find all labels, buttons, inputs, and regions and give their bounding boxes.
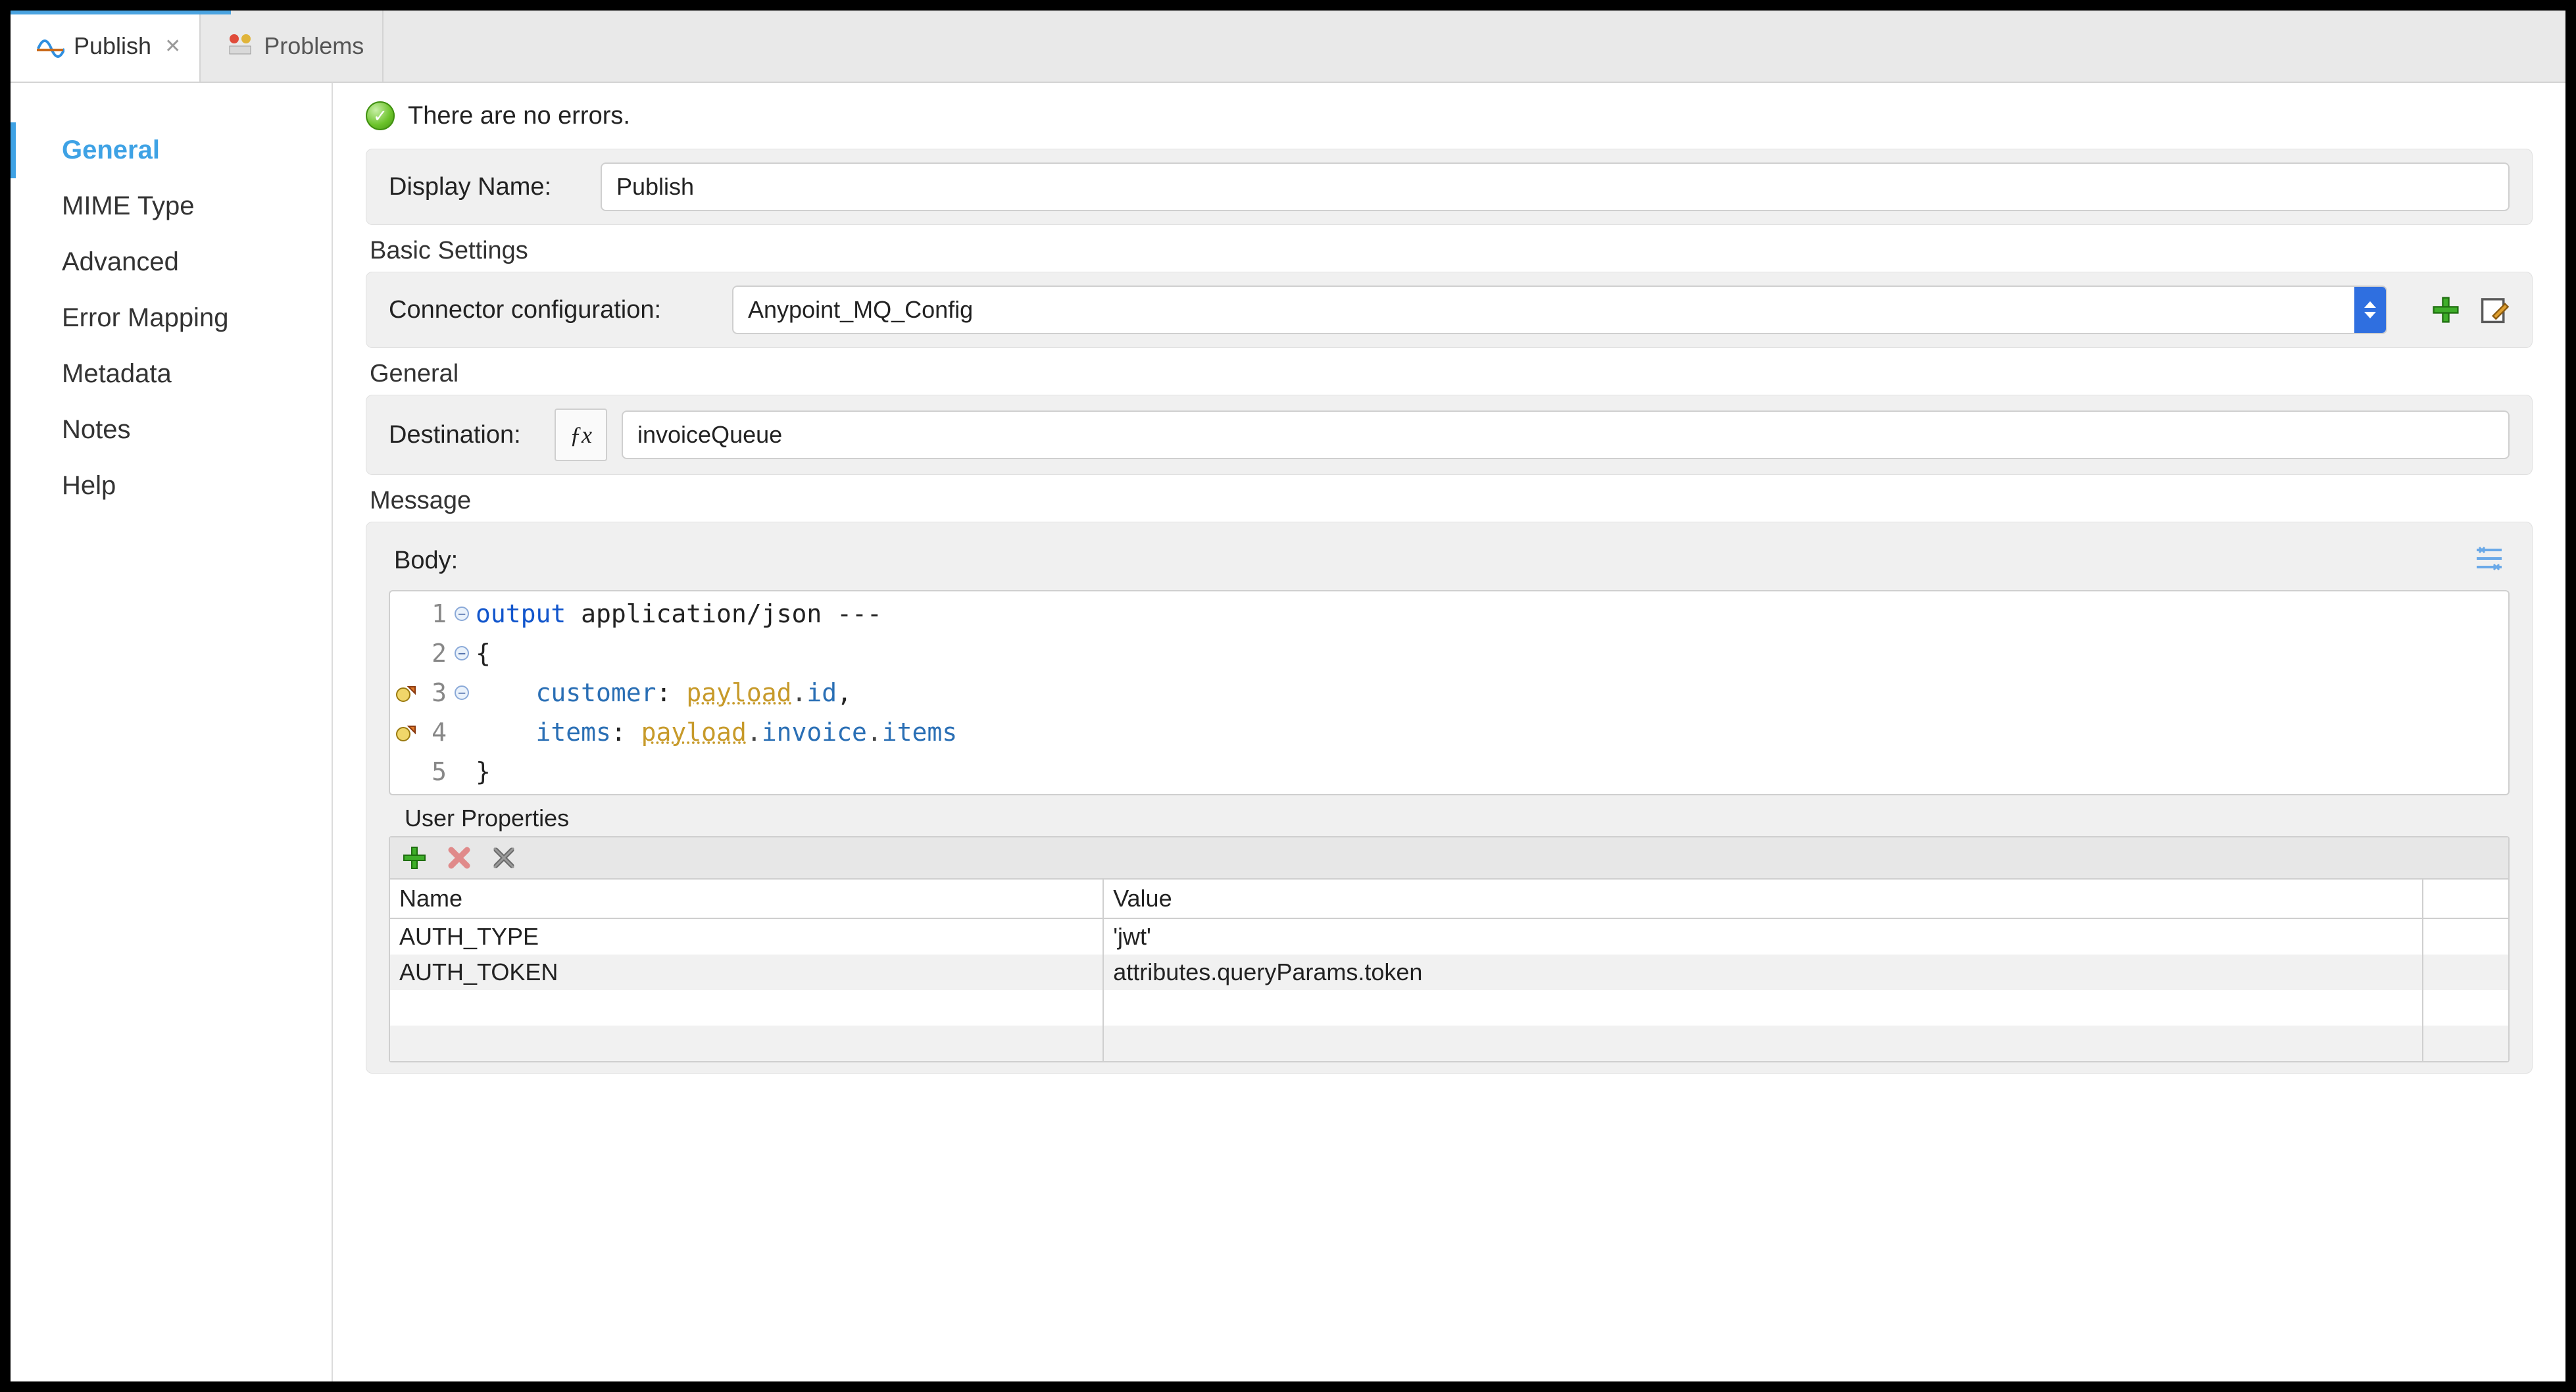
clear-properties-button[interactable] (489, 843, 519, 873)
problems-icon (226, 29, 255, 64)
body: General MIME Type Advanced Error Mapping… (11, 83, 2565, 1381)
main-panel: ✓ There are no errors. Display Name: Bas… (333, 83, 2565, 1381)
close-icon[interactable]: ✕ (161, 35, 181, 58)
fx-toggle-button[interactable]: ƒx (555, 409, 607, 461)
basic-settings-title: Basic Settings (370, 237, 2533, 265)
prop-name-cell[interactable]: AUTH_TYPE (390, 918, 1103, 955)
add-property-button[interactable] (399, 843, 430, 873)
table-row[interactable]: AUTH_TYPE 'jwt' (390, 918, 2508, 955)
tab-publish[interactable]: Publish ✕ (11, 11, 201, 82)
warning-gutter-icon (390, 721, 423, 743)
tab-publish-label: Publish (74, 32, 151, 60)
sidebar: General MIME Type Advanced Error Mapping… (11, 83, 333, 1381)
fold-icon[interactable]: − (455, 607, 469, 621)
basic-settings-group: Connector configuration: Anypoint_MQ_Con… (366, 272, 2533, 348)
edit-config-button[interactable] (2479, 295, 2510, 325)
destination-label: Destination: (389, 421, 540, 449)
code-line: 2 − { (390, 634, 2508, 673)
connector-config-label: Connector configuration: (389, 296, 718, 324)
dropdown-handle-icon[interactable] (2354, 287, 2386, 333)
prop-value-cell[interactable]: attributes.queryParams.token (1103, 955, 2423, 990)
body-code-editor[interactable]: 1 − output application/json --- 2 − { (389, 590, 2510, 795)
tab-problems[interactable]: Problems (201, 11, 384, 82)
fold-icon[interactable]: − (455, 646, 469, 660)
sidebar-item-notes[interactable]: Notes (11, 402, 332, 458)
code-line: 1 − output application/json --- (390, 594, 2508, 634)
code-line: 3 − customer: payload.id, (390, 673, 2508, 712)
message-section-title: Message (370, 487, 2533, 515)
line-number: 5 (423, 752, 452, 791)
sidebar-item-error-mapping[interactable]: Error Mapping (11, 290, 332, 346)
col-spacer (2423, 880, 2508, 918)
user-properties-box: Name Value AUTH_TYPE 'jwt' (389, 836, 2510, 1062)
code-line: 5 } (390, 752, 2508, 791)
tab-problems-label: Problems (264, 32, 364, 60)
col-name-header[interactable]: Name (390, 880, 1103, 918)
connector-config-dropdown[interactable]: Anypoint_MQ_Config (732, 286, 2387, 334)
dataweave-expand-icon[interactable] (2474, 543, 2504, 578)
app-frame: Publish ✕ Problems General MIME Type Adv… (0, 0, 2576, 1392)
warning-gutter-icon (390, 682, 423, 704)
ok-check-icon: ✓ (366, 101, 395, 130)
table-row[interactable] (390, 990, 2508, 1026)
status-row: ✓ There are no errors. (366, 97, 2533, 149)
line-number: 2 (423, 634, 452, 673)
user-properties-title: User Properties (389, 795, 2510, 836)
tab-strip: Publish ✕ Problems (11, 11, 2565, 83)
line-number: 3 (423, 673, 452, 712)
table-row[interactable] (390, 1026, 2508, 1061)
sidebar-item-general[interactable]: General (11, 122, 332, 178)
display-name-input[interactable] (601, 162, 2510, 211)
sidebar-item-advanced[interactable]: Advanced (11, 234, 332, 290)
status-text: There are no errors. (408, 102, 630, 130)
user-properties-table: Name Value AUTH_TYPE 'jwt' (390, 880, 2508, 1061)
sidebar-item-metadata[interactable]: Metadata (11, 346, 332, 402)
destination-input[interactable] (622, 410, 2510, 459)
general-section-group: Destination: ƒx (366, 395, 2533, 475)
code-line: 4 items: payload.invoice.items (390, 712, 2508, 752)
prop-name-cell[interactable]: AUTH_TOKEN (390, 955, 1103, 990)
message-group: Body: 1 − output application/json --- 2 (366, 522, 2533, 1074)
active-tab-highlight (11, 11, 231, 14)
prop-value-cell[interactable]: 'jwt' (1103, 918, 2423, 955)
fold-icon[interactable]: − (455, 685, 469, 700)
remove-property-button[interactable] (444, 843, 474, 873)
publish-flow-icon (36, 29, 64, 64)
sidebar-item-mime-type[interactable]: MIME Type (11, 178, 332, 234)
table-row[interactable]: AUTH_TOKEN attributes.queryParams.token (390, 955, 2508, 990)
add-config-button[interactable] (2431, 295, 2461, 325)
line-number: 1 (423, 594, 452, 634)
display-name-group: Display Name: (366, 149, 2533, 225)
body-label: Body: (394, 547, 458, 575)
connector-config-value: Anypoint_MQ_Config (748, 296, 973, 324)
line-number: 4 (423, 712, 452, 752)
sidebar-item-help[interactable]: Help (11, 458, 332, 514)
user-properties-toolbar (390, 837, 2508, 880)
general-section-title: General (370, 360, 2533, 388)
display-name-label: Display Name: (389, 173, 586, 201)
col-value-header[interactable]: Value (1103, 880, 2423, 918)
